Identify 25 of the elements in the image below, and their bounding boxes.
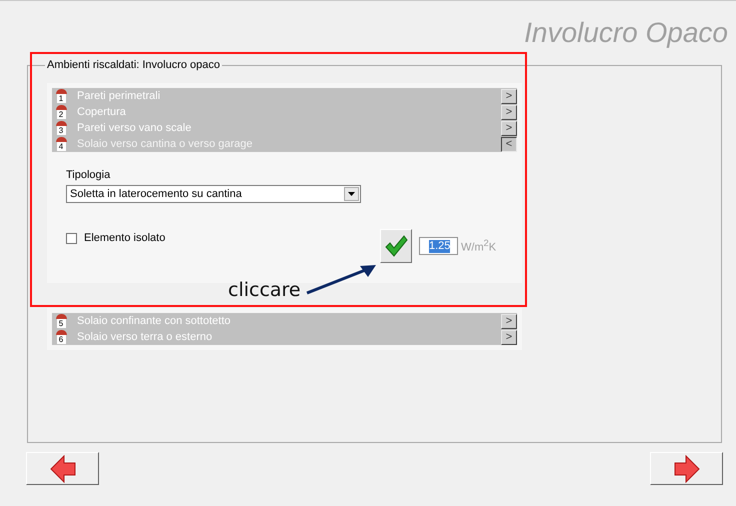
section-row[interactable]: 1 Pareti perimetrali > [52, 88, 517, 104]
type-dropdown[interactable]: Soletta in laterocemento su cantina [66, 185, 361, 203]
expand-button[interactable]: > [501, 314, 517, 328]
unit-label: W/m$^{2}$K [461, 238, 496, 254]
back-button[interactable] [26, 452, 99, 485]
section-row[interactable]: 2 Copertura > [52, 104, 517, 120]
annotation-arrow [306, 263, 378, 297]
section-row[interactable]: 6 Solaio verso terra o esterno > [52, 329, 517, 345]
section-row[interactable]: 3 Pareti verso vano scale > [52, 120, 517, 136]
insulated-checkbox[interactable]: Elemento isolato [66, 232, 380, 244]
expand-button[interactable]: > [501, 88, 517, 104]
next-button[interactable] [650, 452, 723, 485]
expand-button[interactable]: > [501, 104, 517, 120]
type-label: Tipologia [66, 169, 112, 181]
group-title: Ambienti riscaldati: Involucro opaco [46, 59, 222, 71]
right-arrow-icon [674, 454, 700, 482]
confirm-button[interactable] [380, 229, 412, 263]
section-row[interactable]: 5 Solaio confinante con sottotetto > [52, 313, 517, 329]
left-arrow-icon [50, 454, 76, 482]
expand-button[interactable]: > [501, 330, 517, 344]
annotation-text: cliccare [228, 279, 301, 301]
u-value-field[interactable]: 1.25 [419, 237, 458, 255]
page-title: Involucro Opaco [524, 19, 728, 47]
expand-button[interactable]: > [501, 120, 517, 136]
expand-button[interactable]: < [501, 136, 517, 152]
